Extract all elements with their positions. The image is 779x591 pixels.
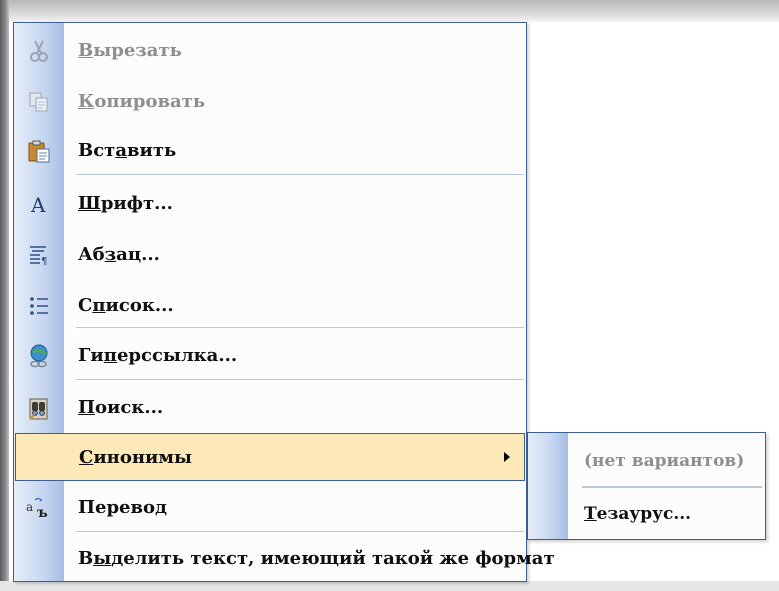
submenu-arrow-icon (504, 452, 510, 462)
hyperlink-icon (26, 343, 52, 369)
menu-item-synonyms[interactable]: Синонимы (15, 433, 525, 481)
menu-item-search[interactable]: Поиск... (14, 382, 526, 433)
menu-separator (76, 379, 524, 381)
menu-item-label: Шрифт... (78, 193, 173, 214)
menu-item-list[interactable]: Список... (14, 280, 526, 331)
submenu-item-thesaurus[interactable]: Тезаурус... (528, 488, 765, 540)
menu-item-label: Синонимы (79, 446, 193, 468)
menu-item-select-same-format[interactable]: Выделить текст, имеющий такой же формат (14, 533, 555, 584)
synonyms-submenu: (нет вариантов) Тезаурус... (527, 432, 766, 540)
slide-background-top (0, 0, 779, 22)
svg-text:a: a (26, 500, 33, 514)
menu-item-paragraph[interactable]: ¶ Абзац... (14, 229, 526, 280)
menu-separator (76, 174, 524, 176)
submenu-item-label: (нет вариантов) (584, 451, 745, 471)
menu-separator (76, 327, 524, 329)
submenu-item-label: Тезаурус... (584, 504, 692, 524)
menu-item-label: Гиперссылка... (78, 345, 238, 366)
copy-icon (26, 89, 52, 115)
menu-item-label: Выделить текст, имеющий такой же формат (78, 548, 555, 569)
menu-item-cut[interactable]: Вырезать (14, 25, 526, 76)
paste-icon (26, 138, 52, 164)
menu-item-translate[interactable]: a ъ Перевод (14, 482, 526, 533)
context-menu: Вырезать Копировать Вставить A Шрифт... … (13, 22, 555, 584)
scissors-icon (26, 38, 52, 64)
search-binoculars-icon (26, 395, 52, 421)
font-icon: A (26, 191, 52, 217)
svg-text:ъ: ъ (37, 505, 48, 520)
menu-item-copy[interactable]: Копировать (14, 76, 526, 127)
menu-item-hyperlink[interactable]: Гиперссылка... (14, 330, 526, 381)
menu-item-font[interactable]: A Шрифт... (14, 178, 526, 229)
paragraph-icon: ¶ (26, 242, 52, 268)
svg-text:¶: ¶ (41, 256, 47, 267)
menu-item-label: Перевод (78, 497, 168, 518)
menu-item-label: Вставить (78, 140, 177, 161)
menu-item-label: Копировать (78, 91, 206, 112)
menu-item-label: Вырезать (78, 40, 182, 61)
menu-item-label: Абзац... (78, 244, 160, 265)
bullet-list-icon (26, 293, 52, 319)
menu-item-label: Поиск... (78, 397, 164, 418)
svg-text:A: A (30, 193, 46, 216)
menu-item-paste[interactable]: Вставить (14, 125, 526, 176)
translate-icon: a ъ (26, 495, 52, 521)
submenu-item-no-options: (нет вариантов) (528, 435, 765, 487)
slide-background-left (0, 0, 9, 591)
menu-item-label: Список... (78, 295, 174, 316)
